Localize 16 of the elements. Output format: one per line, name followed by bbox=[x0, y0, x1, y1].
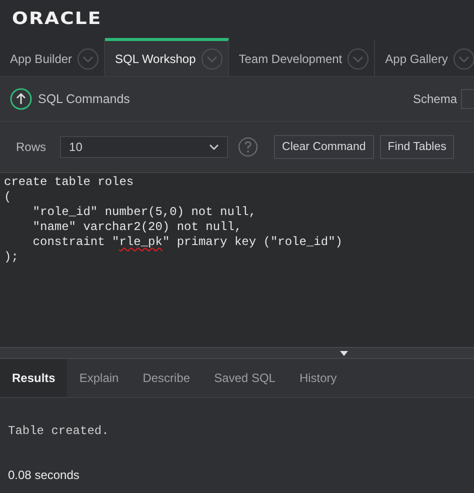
nav-tab[interactable]: SQL Workshop bbox=[105, 38, 229, 76]
result-tab[interactable]: Results bbox=[0, 359, 68, 397]
toolbar-button[interactable]: Find Tables bbox=[380, 135, 454, 159]
page-title: SQL Commands bbox=[38, 92, 131, 106]
result-tab[interactable]: Describe bbox=[130, 359, 202, 397]
toolbar-button[interactable]: Clear Command bbox=[274, 135, 374, 159]
result-message: Table created. bbox=[8, 424, 110, 438]
oracle-logo: ORACLE bbox=[12, 9, 102, 29]
result-tab[interactable]: History bbox=[287, 359, 349, 397]
rows-select[interactable]: 10 bbox=[60, 136, 228, 158]
result-tab[interactable]: Saved SQL bbox=[202, 359, 288, 397]
elapsed-time: 0.08 seconds bbox=[8, 468, 80, 482]
schema-label: Schema bbox=[412, 92, 457, 106]
result-tab[interactable]: Explain bbox=[67, 359, 131, 397]
sql-editor[interactable]: create table roles ( "role_id" number(5,0) not null, "name" varchar2(20) not null, constraint "rle_pk" primary key ("role_id") ); bbox=[0, 172, 474, 347]
rows-label: Rows bbox=[16, 140, 46, 154]
